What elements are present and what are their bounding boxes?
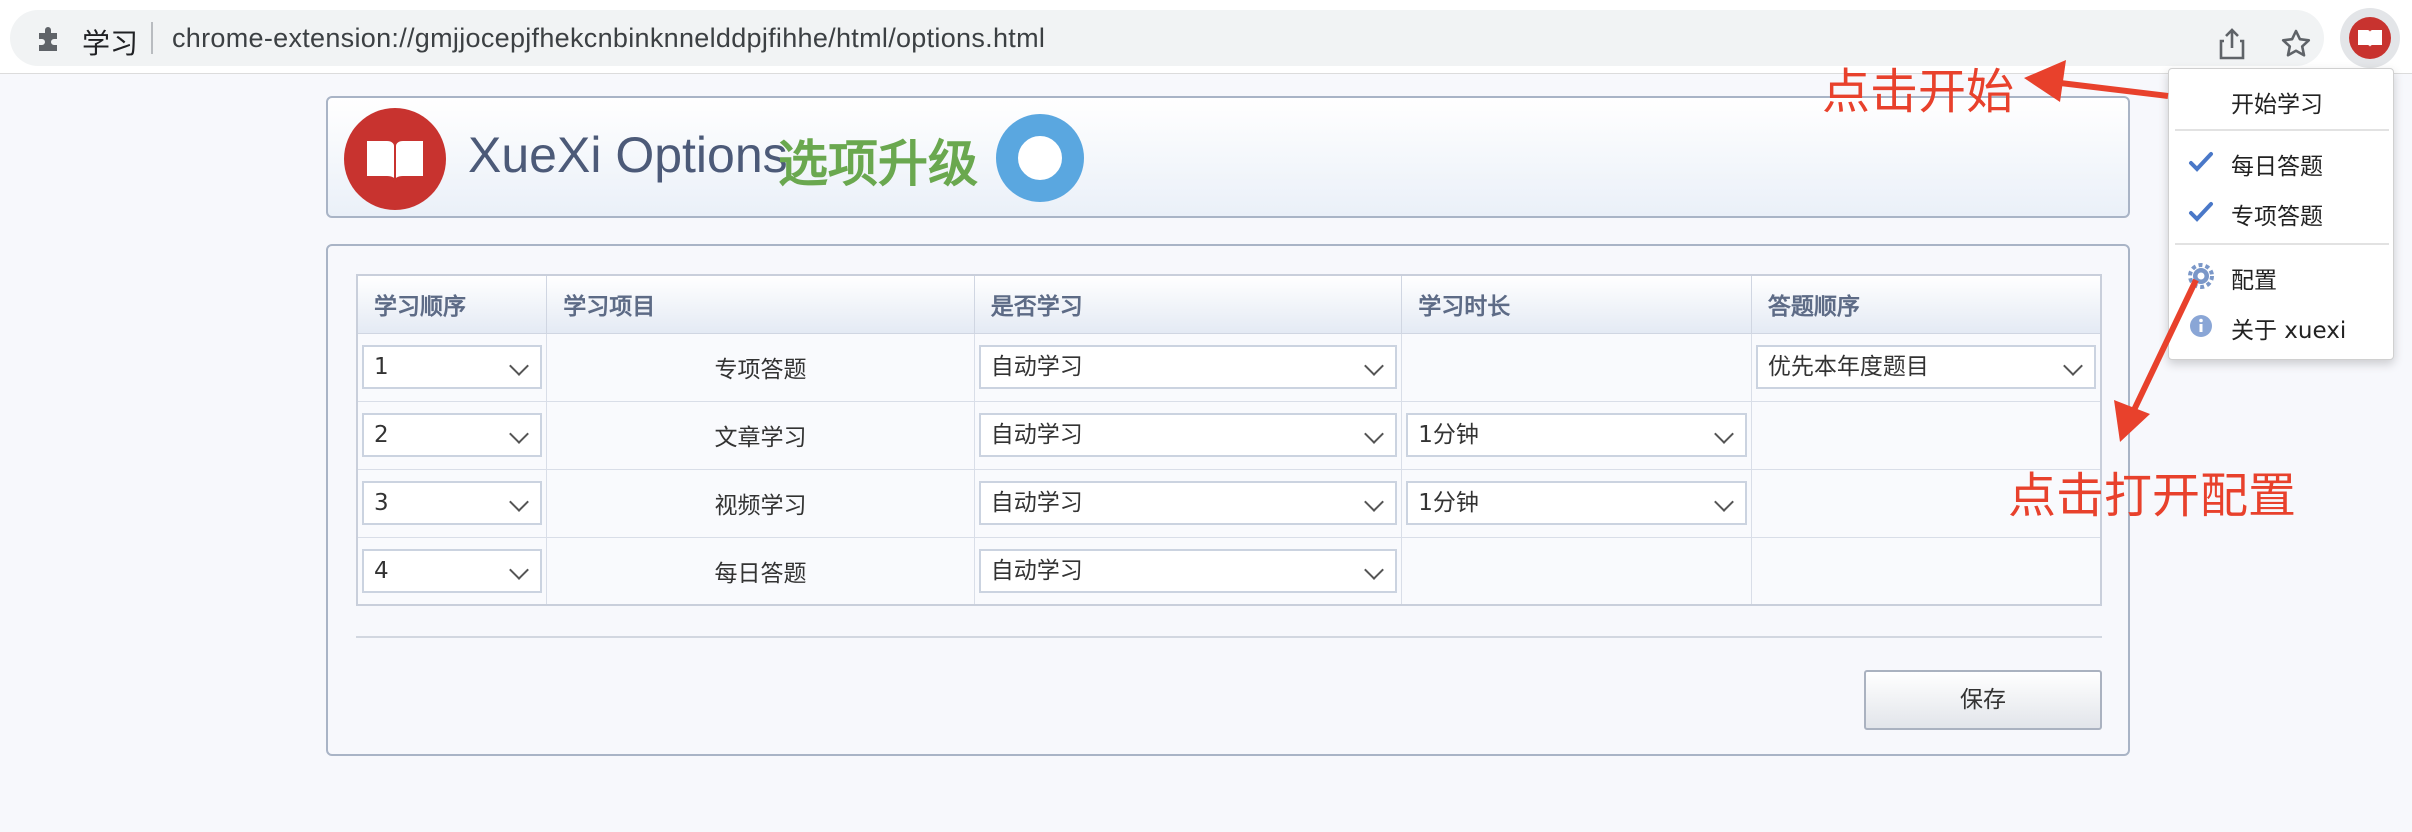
menu-item-about[interactable]: 关于 xuexi (2169, 303, 2395, 347)
chevron-down-icon (1364, 424, 1385, 444)
browser-toolbar: 学习 chrome-extension://gmjjocepjfhekcnbin… (0, 0, 2412, 74)
options-panel: 学习顺序 学习项目 是否学习 学习时长 答题顺序 1 专项答题 自动学习 优先本… (326, 244, 2130, 756)
check-icon (2189, 152, 2213, 172)
table-header-row: 学习顺序 学习项目 是否学习 学习时长 答题顺序 (356, 274, 2102, 334)
column-header: 学习顺序 (356, 274, 548, 334)
column-header: 学习时长 (1401, 274, 1752, 334)
url-text[interactable]: chrome-extension://gmjjocepjfhekcnbinknn… (172, 23, 1045, 54)
duration-select[interactable]: 1分钟 (1406, 481, 1747, 525)
column-header: 是否学习 (973, 274, 1403, 334)
site-name: 学习 (82, 27, 139, 60)
chevron-down-icon (1364, 356, 1385, 376)
annotation-open-config: 点击打开配置 (2008, 468, 2297, 524)
chevron-down-icon (1364, 559, 1385, 580)
xuexi-extension-button[interactable] (2340, 8, 2400, 68)
duration-cell-empty (1401, 332, 1752, 402)
chevron-down-icon (2063, 356, 2083, 376)
annotation-start: 点击开始 (1822, 64, 2015, 120)
extension-popup-menu: 开始学习 每日答题 专项答题 配置 关于 xuexi (2168, 68, 2394, 360)
column-header: 答题顺序 (1750, 274, 2102, 334)
chevron-down-icon (1364, 492, 1385, 512)
answer-order-select[interactable]: 优先本年度题目 (1755, 345, 2096, 389)
puzzle-icon[interactable] (36, 26, 66, 52)
page-title: XueXi Options (468, 127, 788, 183)
table-row: 2 文章学习 自动学习 1分钟 (356, 400, 2102, 470)
table-row: 4 每日答题 自动学习 (356, 536, 2102, 606)
page-subtitle: 选项升级 (778, 135, 978, 193)
gear-icon (2188, 263, 2214, 289)
check-icon (2189, 202, 2213, 222)
chevron-down-icon (509, 492, 530, 512)
order-select[interactable]: 4 (362, 548, 543, 593)
options-table: 学习顺序 学习项目 是否学习 学习时长 答题顺序 1 专项答题 自动学习 优先本… (356, 274, 2102, 606)
loading-ring-icon (996, 114, 1084, 202)
table-row: 3 视频学习 自动学习 1分钟 (356, 468, 2102, 538)
study-item-label: 文章学习 (546, 400, 975, 470)
mode-select[interactable]: 自动学习 (978, 345, 1398, 389)
answer-order-cell-empty (1750, 536, 2102, 606)
duration-select[interactable]: 1分钟 (1406, 413, 1747, 457)
menu-item-start[interactable]: 开始学习 (2169, 77, 2395, 121)
mode-select[interactable]: 自动学习 (978, 548, 1398, 593)
order-select[interactable]: 1 (362, 345, 543, 389)
chevron-down-icon (509, 559, 530, 580)
menu-item-config[interactable]: 配置 (2169, 253, 2395, 297)
book-logo-icon (344, 108, 446, 210)
column-header: 学习项目 (546, 274, 975, 334)
menu-separator (2175, 243, 2389, 245)
study-item-label: 每日答题 (546, 536, 975, 606)
study-item-label: 视频学习 (546, 468, 975, 538)
share-icon[interactable] (2218, 28, 2246, 60)
omnibox-separator (151, 22, 153, 54)
menu-item-daily-quiz[interactable]: 每日答题 (2169, 139, 2395, 183)
duration-cell-empty (1401, 536, 1752, 606)
mode-select[interactable]: 自动学习 (978, 481, 1398, 525)
study-item-label: 专项答题 (546, 332, 975, 402)
menu-separator (2175, 129, 2389, 131)
table-row: 1 专项答题 自动学习 优先本年度题目 (356, 332, 2102, 402)
order-select[interactable]: 3 (362, 481, 543, 525)
chevron-down-icon (1713, 492, 1734, 512)
divider (356, 636, 2102, 638)
info-icon (2190, 315, 2212, 337)
book-logo-icon (2349, 17, 2391, 59)
mode-select[interactable]: 自动学习 (978, 413, 1398, 457)
order-select[interactable]: 2 (362, 413, 543, 457)
menu-item-special-quiz[interactable]: 专项答题 (2169, 189, 2395, 233)
chevron-down-icon (1713, 424, 1734, 444)
star-icon[interactable] (2280, 28, 2312, 60)
chevron-down-icon (509, 356, 530, 376)
save-button[interactable]: 保存 (1864, 670, 2102, 730)
chevron-down-icon (509, 424, 530, 444)
